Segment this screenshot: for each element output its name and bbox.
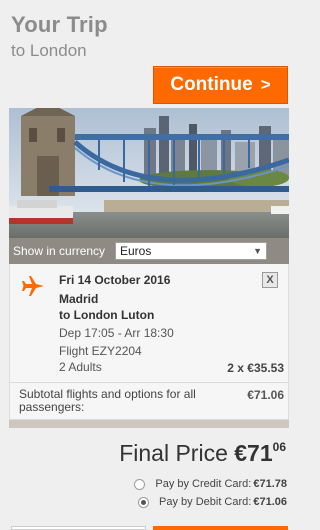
subtotal-row: Subtotal flights and options for all pas… [9,382,289,420]
page-subtitle: to London [11,41,87,60]
flight-origin: Madrid [59,292,99,306]
currency-label: Show in currency [13,244,106,258]
chevron-down-icon: ▼ [253,246,262,256]
credit-card-amount: €71.78 [253,478,287,490]
tower-bridge-photo [9,108,289,238]
pay-credit-card-option[interactable]: Pay by Credit Card: €71.78 [134,476,287,492]
currency-bar: Show in currency Euros ▼ [9,238,289,264]
debit-card-label: Pay by Debit Card: [159,496,252,508]
continue-button-bottom-edge[interactable] [153,526,288,530]
credit-card-radio[interactable] [134,478,146,490]
back-button-edge[interactable] [11,526,146,530]
final-price-label: Final Price [119,440,228,466]
debit-card-radio[interactable] [138,496,150,508]
remove-flight-button[interactable]: X [262,272,278,288]
flight-passengers: 2 Adults [59,360,102,374]
debit-card-amount: €71.06 [253,496,287,508]
subtotal-label: Subtotal flights and options for all pas… [19,387,196,414]
currency-select[interactable]: Euros ▼ [115,242,267,260]
continue-button[interactable]: Continue > [153,66,288,104]
pay-debit-card-option[interactable]: Pay by Debit Card: €71.06 [138,494,287,510]
currency-selected-value: Euros [120,244,152,258]
flight-card: Fri 14 October 2016 Madrid to London Lut… [9,264,289,382]
airplane-icon [22,276,44,296]
flight-destination: to London Luton [59,308,155,322]
trip-header: Your Trip to London Continue > [0,0,298,110]
section-divider [9,420,289,428]
flight-price: 2 x €35.53 [227,361,284,375]
credit-card-label: Pay by Credit Card: [155,478,252,490]
tower-bridge-illustration [9,108,289,238]
flight-times: Dep 17:05 - Arr 18:30 [59,326,174,340]
subtotal-value: €71.06 [247,388,284,402]
final-price-cents: 06 [272,440,286,454]
final-price: Final Price €7106 [119,440,286,467]
flight-number: Flight EZY2204 [59,344,142,358]
chevron-right-icon: > [260,75,271,94]
page-title: Your Trip [11,12,108,37]
continue-label: Continue [170,74,253,95]
final-price-amount: €71 [234,440,273,466]
flight-date: Fri 14 October 2016 [59,273,171,287]
